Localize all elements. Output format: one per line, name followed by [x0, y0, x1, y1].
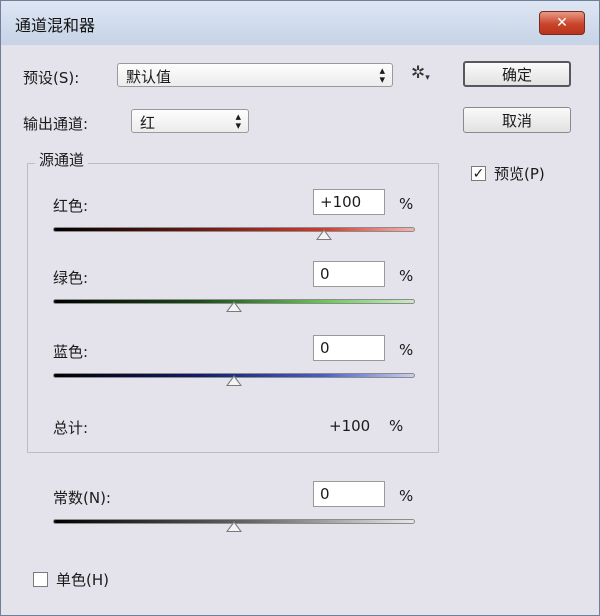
- blue-channel-input[interactable]: 0: [313, 335, 385, 361]
- checkmark-icon: ✓: [472, 165, 485, 182]
- gear-icon[interactable]: ✲▾: [411, 63, 430, 83]
- monochrome-toggle[interactable]: 单色(H): [33, 569, 109, 590]
- red-percent-unit: %: [399, 195, 414, 213]
- total-label: 总计:: [53, 419, 89, 437]
- red-channel-input[interactable]: +100: [313, 189, 385, 215]
- select-arrows-icon: ▴ ▾: [235, 110, 241, 132]
- constant-percent-unit: %: [399, 487, 414, 505]
- monochrome-checkbox[interactable]: [33, 572, 48, 587]
- constant-slider-thumb[interactable]: [226, 521, 242, 532]
- output-channel-value: 红: [140, 114, 156, 132]
- preview-toggle[interactable]: ✓ 预览(P): [471, 163, 545, 184]
- ok-button-label: 确定: [501, 65, 532, 84]
- blue-percent-unit: %: [399, 341, 414, 359]
- total-percent-unit: %: [389, 417, 404, 435]
- red-channel-slider[interactable]: [53, 227, 415, 232]
- constant-value: 0: [320, 485, 330, 503]
- red-slider-thumb[interactable]: [316, 229, 332, 240]
- constant-input[interactable]: 0: [313, 481, 385, 507]
- monochrome-label: 单色(H): [56, 571, 109, 589]
- close-button[interactable]: ✕: [539, 11, 585, 35]
- green-channel-value: 0: [320, 265, 330, 283]
- cancel-button[interactable]: 取消: [463, 107, 571, 133]
- preset-label: 预设(S):: [23, 69, 80, 87]
- blue-slider-thumb[interactable]: [226, 375, 242, 386]
- preview-checkbox[interactable]: ✓: [471, 166, 486, 181]
- green-channel-input[interactable]: 0: [313, 261, 385, 287]
- cancel-button-label: 取消: [501, 111, 532, 130]
- blue-channel-label: 蓝色:: [53, 343, 89, 361]
- red-channel-value: +100: [320, 193, 362, 211]
- preset-select[interactable]: 默认值 ▴ ▾: [117, 63, 393, 87]
- blue-channel-value: 0: [320, 339, 330, 357]
- preset-value: 默认值: [126, 68, 172, 86]
- select-arrows-icon: ▴ ▾: [379, 64, 385, 86]
- output-channel-label: 输出通道:: [23, 115, 89, 133]
- output-channel-select[interactable]: 红 ▴ ▾: [131, 109, 249, 133]
- title-bar: 通道混和器 ✕: [1, 1, 599, 45]
- preview-label: 预览(P): [494, 165, 545, 183]
- green-slider-thumb[interactable]: [226, 301, 242, 312]
- total-value: +100: [329, 417, 371, 435]
- constant-label: 常数(N):: [53, 489, 111, 507]
- source-channels-title: 源通道: [35, 149, 89, 170]
- channel-mixer-dialog: 通道混和器 ✕ 预设(S): 默认值 ▴ ▾ ✲▾ 输出通道: 红 ▴ ▾ 确定 取…: [0, 0, 600, 616]
- dialog-body: 预设(S): 默认值 ▴ ▾ ✲▾ 输出通道: 红 ▴ ▾ 确定 取消 ✓ 预览(P…: [7, 45, 593, 609]
- red-channel-label: 红色:: [53, 197, 89, 215]
- close-icon: ✕: [556, 15, 568, 31]
- green-percent-unit: %: [399, 267, 414, 285]
- green-channel-label: 绿色:: [53, 269, 89, 287]
- window-title: 通道混和器: [15, 16, 96, 35]
- ok-button[interactable]: 确定: [463, 61, 571, 87]
